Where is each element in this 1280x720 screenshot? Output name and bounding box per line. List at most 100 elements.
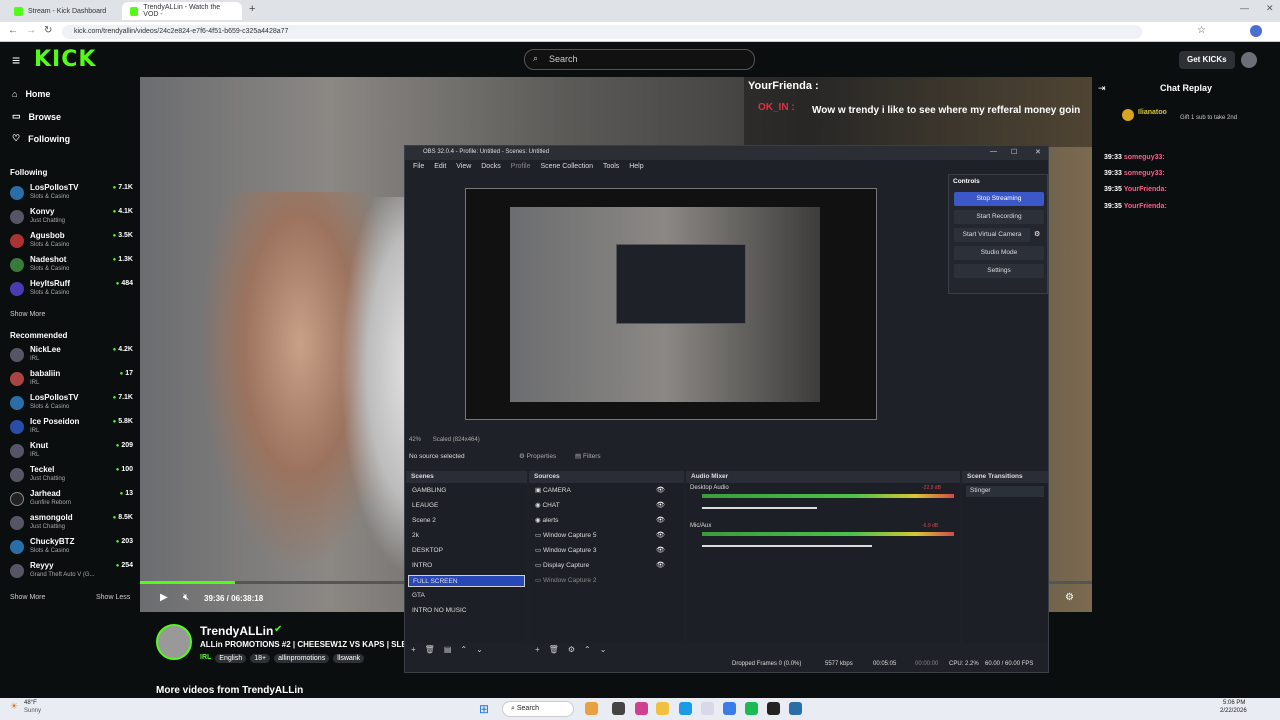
move-up-icon[interactable]: ⌃ [584, 645, 591, 654]
app-icon[interactable] [635, 702, 648, 715]
sidebar-channel[interactable]: asmongold Just Chatting 8.5K [8, 513, 133, 537]
forward-icon[interactable]: → [26, 25, 36, 36]
gift-sub-banner[interactable]: Ilianatoo Gift 1 sub to take 2nd [1122, 105, 1272, 133]
show-less-link[interactable]: Show Less [96, 594, 130, 601]
chat-user[interactable]: someguy33: [1124, 170, 1165, 177]
sidebar-channel[interactable]: LosPollosTV Slots & Casino 7.1K [8, 183, 133, 207]
chat-user[interactable]: YourFrienda: [1124, 203, 1167, 210]
scene-item[interactable]: INTRO NO MUSIC [408, 605, 525, 617]
obs-maximize-icon[interactable]: ☐ [1011, 148, 1017, 156]
app-icon[interactable] [585, 702, 598, 715]
visibility-eye-icon[interactable]: 👁︎ [656, 486, 665, 494]
app-icon[interactable] [612, 702, 625, 715]
chat-user[interactable]: someguy33: [1124, 154, 1165, 161]
filters-button[interactable]: ▤ Filters [575, 452, 601, 460]
transition-select[interactable]: Stinger [966, 486, 1044, 497]
start-recording-button[interactable]: Start Recording [954, 210, 1044, 224]
scene-item[interactable]: GAMBLING [408, 485, 525, 497]
tag[interactable]: llswank [333, 654, 365, 663]
properties-button[interactable]: ⚙ Properties [519, 452, 556, 460]
scene-item[interactable]: Scene 2 [408, 515, 525, 527]
virtual-camera-gear-icon[interactable]: ⚙ [1034, 230, 1040, 238]
chat-user[interactable]: YourFrienda: [1124, 186, 1167, 193]
move-down-icon[interactable]: ⌄ [600, 645, 607, 654]
add-source-icon[interactable]: + [535, 645, 540, 654]
menu-tools[interactable]: Tools [603, 163, 619, 170]
remove-scene-icon[interactable]: 🗑︎ [425, 645, 435, 654]
app-icon[interactable] [789, 702, 802, 715]
source-settings-icon[interactable]: ⚙ [568, 645, 575, 654]
collapse-chat-icon[interactable]: ⇥ [1098, 83, 1106, 94]
menu-profile[interactable]: Profile [511, 163, 531, 170]
sidebar-channel[interactable]: Agusbob Slots & Casino 3.5K [8, 231, 133, 255]
show-more-link[interactable]: Show More [10, 594, 45, 601]
sidebar-channel[interactable]: babaliin IRL 17 [8, 369, 133, 393]
visibility-eye-icon[interactable]: 👁︎ [656, 501, 665, 509]
scene-item[interactable]: DESKTOP [408, 545, 525, 557]
sidebar-channel[interactable]: Knut IRL 209 [8, 441, 133, 465]
close-window-icon[interactable]: ✕ [1266, 3, 1274, 14]
volume-slider[interactable] [702, 545, 872, 547]
category-tag[interactable]: IRL [200, 654, 211, 663]
get-kicks-button[interactable]: Get KICKs [1179, 51, 1235, 69]
sidebar-channel[interactable]: ChuckyBTZ Slots & Casino 203 [8, 537, 133, 561]
sidebar-channel[interactable]: HeyItsRuff Slots & Casino 484 [8, 279, 133, 303]
menu-file[interactable]: File [413, 163, 424, 170]
kick-logo[interactable]: KICK [34, 47, 96, 72]
streamer-avatar[interactable] [156, 624, 192, 660]
add-scene-icon[interactable]: + [411, 645, 416, 654]
show-more-link[interactable]: Show More [10, 311, 45, 318]
remove-source-icon[interactable]: 🗑︎ [549, 645, 559, 654]
visibility-eye-icon[interactable]: 👁︎ [656, 531, 665, 539]
nav-browse[interactable]: ▭ Browse [12, 111, 61, 122]
app-icon[interactable] [701, 702, 714, 715]
windows-start-icon[interactable]: ⊞ [479, 702, 489, 716]
menu-help[interactable]: Help [629, 163, 643, 170]
user-avatar[interactable] [1241, 52, 1257, 68]
scene-item-selected[interactable]: FULL SCREEN [408, 575, 525, 587]
scene-filter-icon[interactable]: ▤ [444, 645, 452, 654]
nav-following[interactable]: ♡ Following [12, 133, 70, 144]
menu-edit[interactable]: Edit [434, 163, 446, 170]
back-icon[interactable]: ← [8, 25, 18, 36]
spotify-icon[interactable] [745, 702, 758, 715]
settings-button[interactable]: Settings [954, 264, 1044, 278]
tag[interactable]: English [215, 654, 247, 663]
tab-dashboard[interactable]: Stream - Kick Dashboard [6, 2, 116, 20]
tab-vod[interactable]: TrendyALLin - Watch the VOD - [122, 2, 242, 20]
streamer-name[interactable]: TrendyALLin [200, 624, 273, 638]
file-explorer-icon[interactable] [656, 702, 669, 715]
source-item-hidden[interactable]: ▭ Window Capture 2 [531, 575, 681, 587]
mute-icon[interactable]: 🔇︎ [183, 592, 189, 603]
search-input[interactable]: ⌕ Search [524, 49, 755, 70]
profile-avatar[interactable] [1250, 25, 1262, 37]
volume-slider[interactable] [702, 507, 817, 509]
visibility-eye-icon[interactable]: 👁︎ [656, 516, 665, 524]
play-icon[interactable]: ▶ [160, 592, 168, 603]
menu-scene-collection[interactable]: Scene Collection [540, 163, 593, 170]
menu-docks[interactable]: Docks [481, 163, 500, 170]
stop-streaming-button[interactable]: Stop Streaming [954, 192, 1044, 206]
obs-minimize-icon[interactable]: — [990, 148, 997, 155]
menu-view[interactable]: View [456, 163, 471, 170]
tag[interactable]: 18+ [250, 654, 271, 663]
sidebar-channel[interactable]: Nadeshot Slots & Casino 1.3K [8, 255, 133, 279]
sidebar-channel[interactable]: Jarhead Gunfire Reborn 13 [8, 489, 133, 513]
sidebar-channel[interactable]: NickLee IRL 4.2K [8, 345, 133, 369]
menu-icon[interactable]: ≡ [12, 52, 20, 68]
studio-mode-button[interactable]: Studio Mode [954, 246, 1044, 260]
sidebar-channel[interactable]: Konvy Just Chatting 4.1K [8, 207, 133, 231]
visibility-eye-icon[interactable]: 👁︎ [656, 561, 665, 569]
reload-icon[interactable]: ↻ [44, 25, 52, 36]
scene-item[interactable]: GTA [408, 590, 525, 602]
nav-home[interactable]: ⌂ Home [12, 89, 50, 99]
taskbar-search[interactable]: ⌕ Search [502, 701, 574, 717]
sidebar-channel[interactable]: Teckel Just Chatting 100 [8, 465, 133, 489]
app-icon[interactable] [723, 702, 736, 715]
scene-item[interactable]: LEAUGE [408, 500, 525, 512]
settings-gear-icon[interactable]: ⚙ [1065, 592, 1074, 603]
obs-icon[interactable] [767, 702, 780, 715]
move-up-icon[interactable]: ⌃ [460, 645, 467, 654]
new-tab-icon[interactable]: + [249, 3, 255, 15]
obs-close-icon[interactable]: ✕ [1035, 148, 1041, 156]
